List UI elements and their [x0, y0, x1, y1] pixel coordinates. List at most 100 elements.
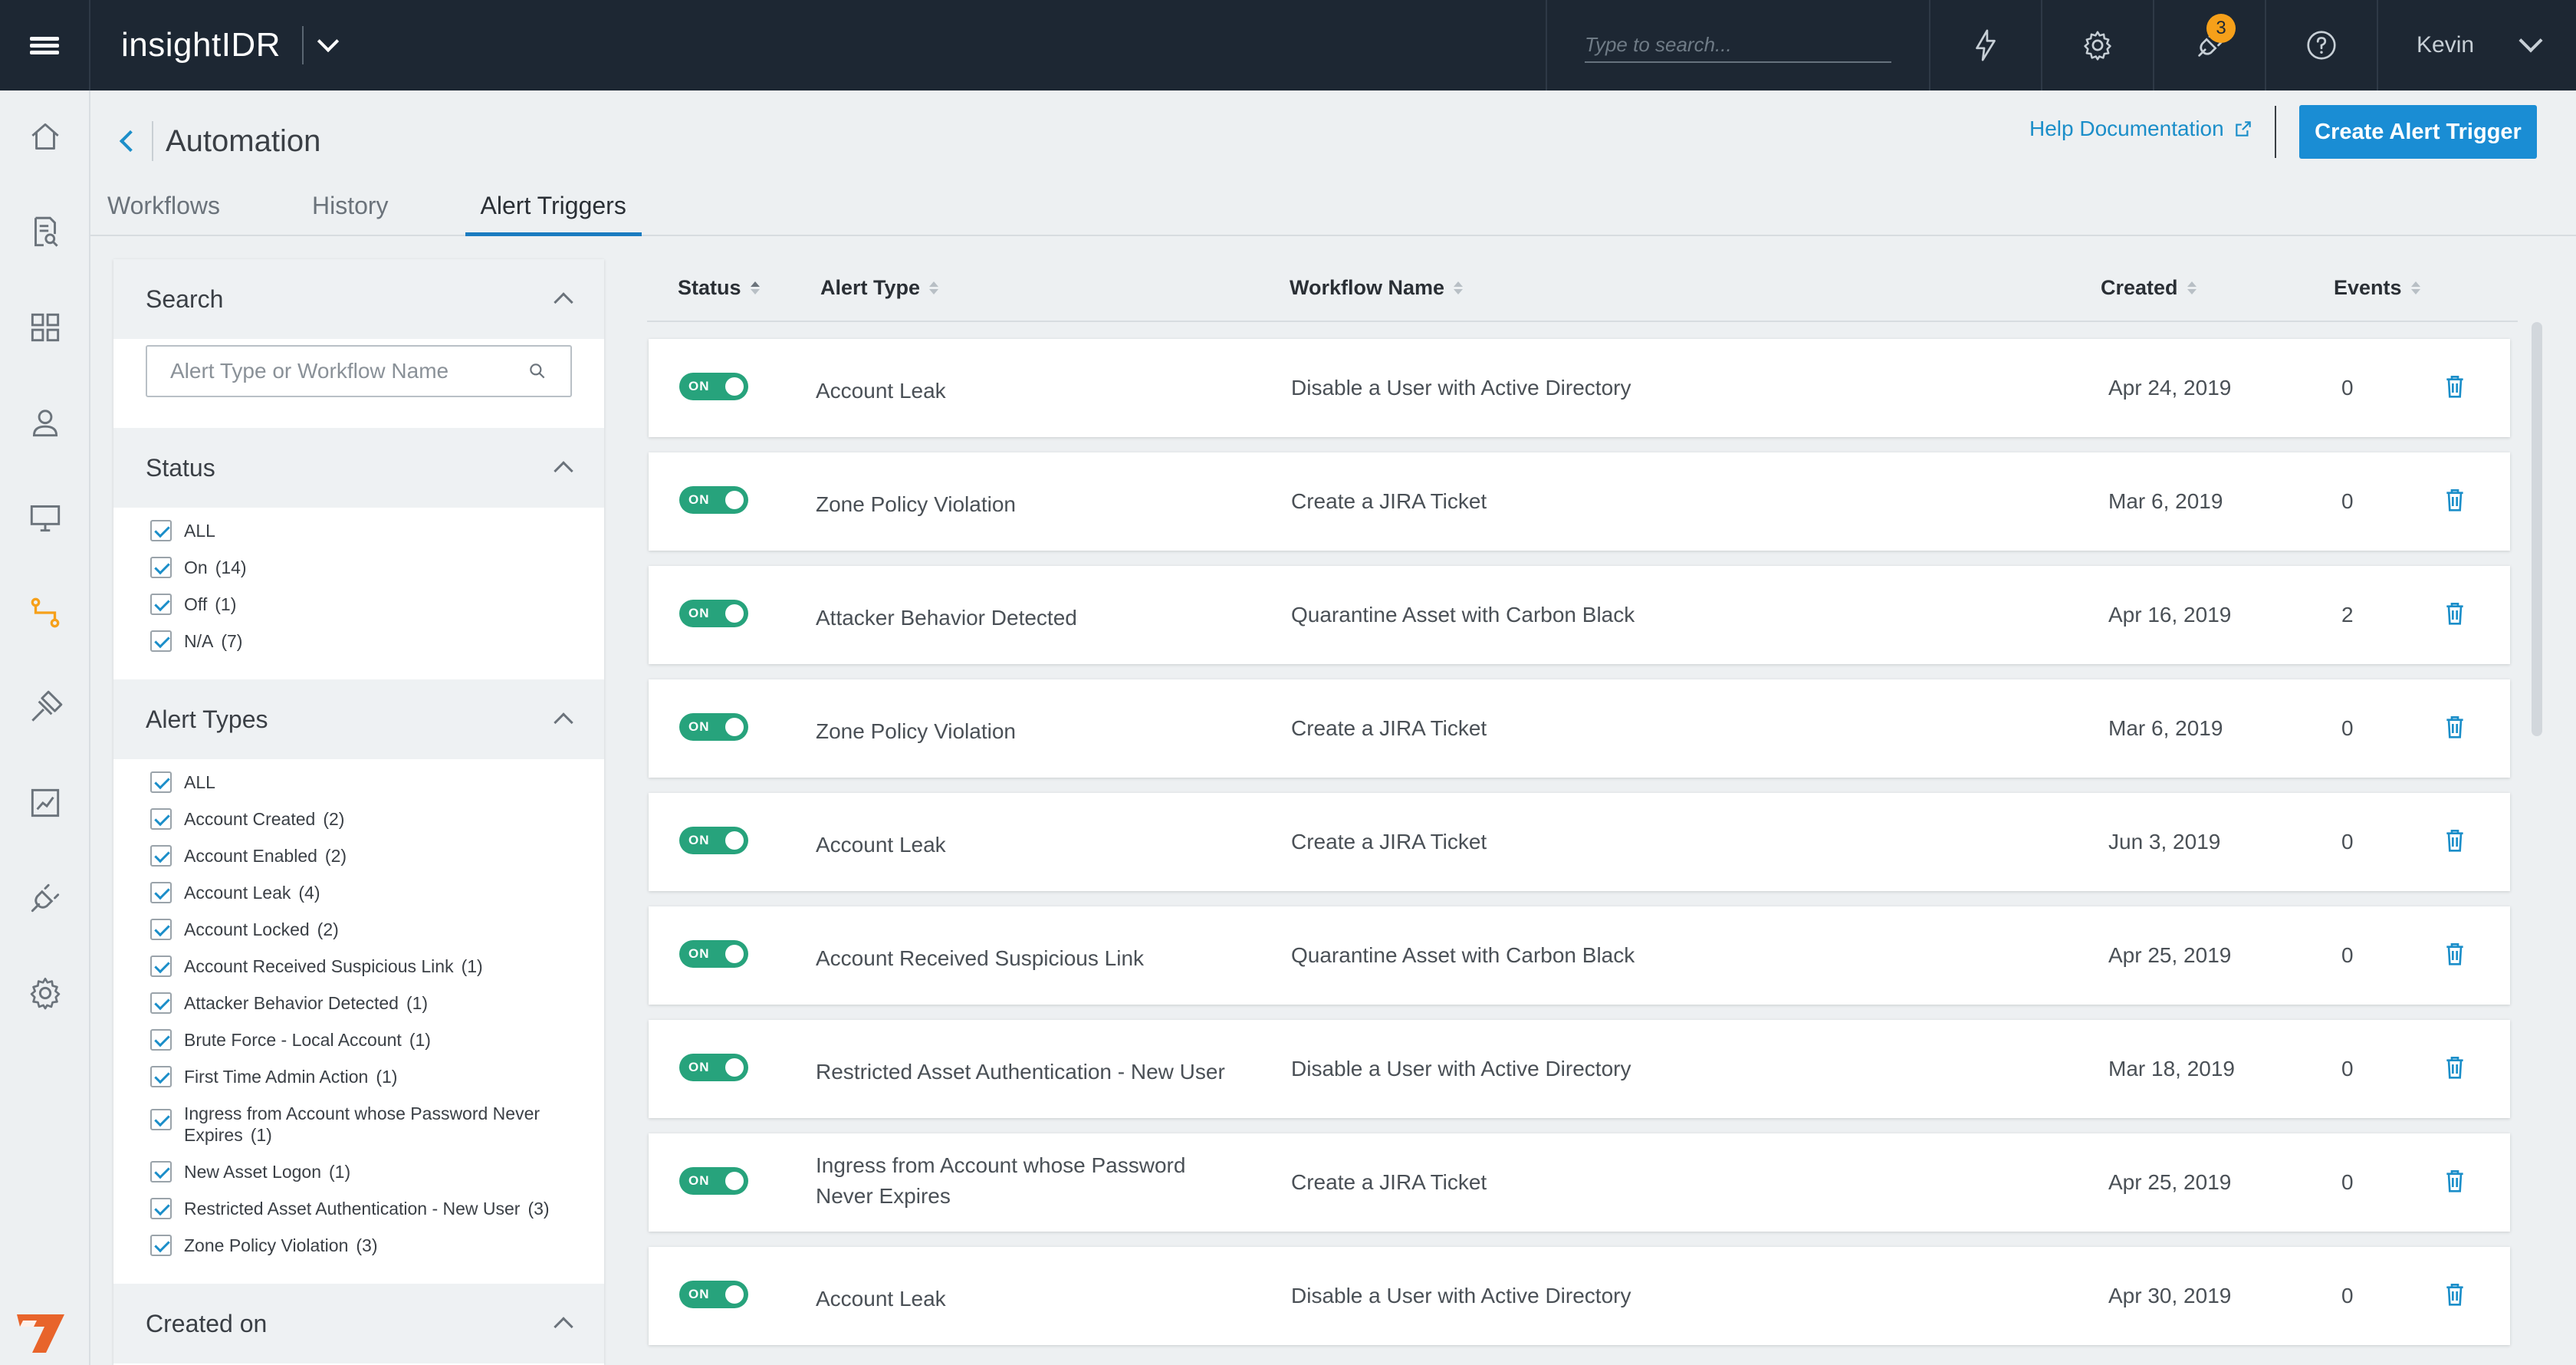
- help-documentation-link[interactable]: Help Documentation: [2029, 117, 2253, 141]
- status-toggle[interactable]: ON: [679, 1167, 748, 1195]
- column-events[interactable]: Events: [2334, 276, 2420, 300]
- checkbox-checked[interactable]: [150, 1109, 172, 1130]
- status-section-header[interactable]: Status: [113, 428, 604, 508]
- status-toggle[interactable]: ON: [679, 940, 748, 968]
- alert-type-checkbox[interactable]: Ingress from Account whose Password Neve…: [150, 1103, 604, 1146]
- checkbox-checked[interactable]: [150, 630, 172, 652]
- alert-type-checkbox[interactable]: Zone Policy Violation (3): [150, 1235, 604, 1256]
- checkbox-checked[interactable]: [150, 956, 172, 977]
- status-checkbox[interactable]: Off (1): [150, 594, 604, 615]
- trash-icon[interactable]: [2443, 486, 2467, 514]
- status-checkbox[interactable]: On (14): [150, 557, 604, 578]
- alert-type-checkbox[interactable]: Account Enabled (2): [150, 845, 604, 867]
- created-cell: Apr 25, 2019: [2108, 943, 2232, 967]
- table-row: ON Account Received Suspicious Link Quar…: [649, 906, 2510, 1005]
- column-created[interactable]: Created: [2101, 276, 2196, 300]
- help-button[interactable]: [2265, 0, 2377, 90]
- status-toggle[interactable]: ON: [679, 373, 748, 400]
- tab-bar: Workflows History Alert Triggers: [107, 183, 734, 236]
- checkbox-checked[interactable]: [150, 1161, 172, 1182]
- chart-icon[interactable]: [26, 784, 64, 822]
- tab-workflows[interactable]: Workflows: [107, 183, 220, 236]
- column-status[interactable]: Status: [678, 276, 760, 300]
- plug-icon[interactable]: [26, 879, 64, 917]
- column-workflow-name[interactable]: Workflow Name: [1290, 276, 1464, 300]
- product-switcher[interactable]: insightIDR: [90, 0, 340, 90]
- alert-type-checkbox[interactable]: Account Created (2): [150, 808, 604, 830]
- filter-search: [113, 339, 604, 428]
- menu-icon[interactable]: [0, 0, 90, 90]
- alert-type-checkbox[interactable]: Attacker Behavior Detected (1): [150, 992, 604, 1014]
- alert-type-cell: Zone Policy Violation: [816, 719, 1016, 743]
- monitor-icon[interactable]: [26, 498, 64, 537]
- checkbox-checked[interactable]: [150, 882, 172, 903]
- quick-actions-button[interactable]: [1929, 0, 2041, 90]
- table-row: ON Account Leak Disable a User with Acti…: [649, 1247, 2510, 1345]
- alert-type-checkbox[interactable]: Restricted Asset Authentication - New Us…: [150, 1198, 604, 1219]
- back-button[interactable]: [113, 121, 153, 161]
- created-on-section-header[interactable]: Created on: [113, 1284, 604, 1363]
- alert-type-checkbox[interactable]: Account Leak (4): [150, 882, 604, 903]
- sort-icon: [750, 281, 760, 294]
- column-alert-type[interactable]: Alert Type: [820, 276, 939, 300]
- chevron-down-icon: [2518, 28, 2543, 53]
- alert-type-checkbox[interactable]: First Time Admin Action (1): [150, 1066, 604, 1087]
- trash-icon[interactable]: [2443, 713, 2467, 741]
- trash-icon[interactable]: [2443, 373, 2467, 400]
- checkbox-checked[interactable]: [150, 1029, 172, 1051]
- status-checkbox[interactable]: N/A (7): [150, 630, 604, 652]
- alert-type-checkbox[interactable]: Account Received Suspicious Link (1): [150, 956, 604, 977]
- chevron-up-icon: [554, 461, 573, 481]
- status-toggle[interactable]: ON: [679, 1281, 748, 1308]
- checkbox-checked[interactable]: [150, 1066, 172, 1087]
- scrollbar[interactable]: [2532, 322, 2542, 736]
- global-search-input[interactable]: [1585, 28, 1891, 63]
- status-toggle[interactable]: ON: [679, 827, 748, 854]
- checkbox-checked[interactable]: [150, 557, 172, 578]
- filter-search-input[interactable]: [170, 359, 508, 383]
- create-alert-trigger-button[interactable]: Create Alert Trigger: [2299, 105, 2537, 159]
- checkbox-checked[interactable]: [150, 1198, 172, 1219]
- trash-icon[interactable]: [2443, 1167, 2467, 1195]
- alert-types-section-header[interactable]: Alert Types: [113, 679, 604, 759]
- user-menu[interactable]: Kevin: [2377, 0, 2576, 90]
- status-toggle[interactable]: ON: [679, 713, 748, 741]
- status-toggle[interactable]: ON: [679, 486, 748, 514]
- search-section-header[interactable]: Search: [113, 259, 604, 339]
- checkbox-checked[interactable]: [150, 594, 172, 615]
- events-cell: 0: [2341, 830, 2354, 854]
- alert-type-checkbox[interactable]: Brute Force - Local Account (1): [150, 1029, 604, 1051]
- automation-icon[interactable]: [26, 594, 64, 632]
- trash-icon[interactable]: [2443, 940, 2467, 968]
- alert-type-checkbox[interactable]: Account Locked (2): [150, 919, 604, 940]
- trash-icon[interactable]: [2443, 827, 2467, 854]
- trash-icon[interactable]: [2443, 1054, 2467, 1081]
- chevron-down-icon: [317, 30, 340, 53]
- integrations-button[interactable]: 3: [2153, 0, 2265, 90]
- alert-type-checkbox[interactable]: ALL: [150, 771, 604, 793]
- dashboard-icon[interactable]: [26, 308, 64, 347]
- trash-icon[interactable]: [2443, 600, 2467, 627]
- search-log-icon[interactable]: [26, 213, 64, 252]
- checkbox-checked[interactable]: [150, 845, 172, 867]
- status-checkbox[interactable]: ALL: [150, 520, 604, 541]
- tab-history[interactable]: History: [312, 183, 389, 236]
- checkbox-checked[interactable]: [150, 771, 172, 793]
- settings-icon[interactable]: [26, 974, 64, 1012]
- settings-button[interactable]: [2041, 0, 2153, 90]
- trash-icon[interactable]: [2443, 1281, 2467, 1308]
- created-cell: Mar 6, 2019: [2108, 716, 2223, 740]
- left-nav: [0, 90, 90, 1365]
- checkbox-checked[interactable]: [150, 919, 172, 940]
- checkbox-checked[interactable]: [150, 520, 172, 541]
- status-toggle[interactable]: ON: [679, 1054, 748, 1081]
- checkbox-checked[interactable]: [150, 808, 172, 830]
- user-icon[interactable]: [26, 403, 64, 442]
- tools-icon[interactable]: [26, 689, 64, 727]
- checkbox-checked[interactable]: [150, 1235, 172, 1256]
- checkbox-checked[interactable]: [150, 992, 172, 1014]
- alert-type-checkbox[interactable]: New Asset Logon (1): [150, 1161, 604, 1182]
- tab-alert-triggers[interactable]: Alert Triggers: [465, 183, 642, 236]
- status-toggle[interactable]: ON: [679, 600, 748, 627]
- home-icon[interactable]: [26, 118, 64, 156]
